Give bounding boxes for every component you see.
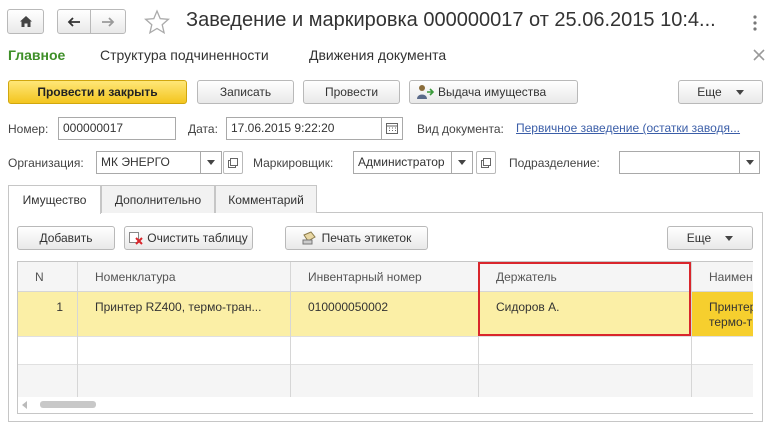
organization-dropdown[interactable]	[201, 151, 222, 174]
chevron-down-icon	[458, 160, 466, 165]
favorite-star-icon[interactable]	[144, 9, 170, 35]
add-button[interactable]: Добавить	[17, 226, 115, 250]
number-label: Номер:	[8, 122, 49, 136]
tab-comment[interactable]: Комментарий	[215, 185, 317, 213]
cell-n[interactable]: 1	[18, 292, 77, 336]
table-empty-row	[18, 365, 753, 397]
issue-property-button[interactable]: Выдача имущества	[409, 80, 578, 104]
cell-name-line2: термо-т	[709, 315, 753, 329]
marker-field[interactable]: Администратор	[353, 151, 452, 174]
chevron-down-icon	[745, 160, 754, 165]
chevron-down-icon	[207, 160, 215, 165]
column-divider	[691, 262, 692, 397]
row-divider	[18, 336, 753, 337]
cell-inventory[interactable]: 010000050002	[298, 292, 476, 336]
print-labels-label: Печать этикеток	[321, 231, 412, 245]
column-divider	[77, 262, 78, 397]
doc-type-link[interactable]: Первичное заведение (остатки заводя...	[516, 121, 761, 135]
doc-type-link-text[interactable]: Первичное заведение (остатки заводя...	[516, 121, 740, 135]
more-button[interactable]: Еще	[678, 80, 763, 104]
organization-open-button[interactable]	[223, 151, 243, 174]
column-header-inventory[interactable]: Инвентарный номер	[298, 262, 478, 292]
cell-nomenclature[interactable]: Принтер RZ400, термо-тран...	[85, 292, 285, 336]
cell-name[interactable]: Принтер термо-т	[699, 292, 753, 336]
organization-field[interactable]: МК ЭНЕРГО	[96, 151, 201, 174]
home-icon	[19, 16, 32, 27]
division-field[interactable]	[619, 151, 740, 174]
cell-name-line1: Принтер	[709, 300, 753, 314]
chevron-down-icon	[735, 89, 744, 95]
column-header-n[interactable]: N	[18, 262, 77, 292]
open-window-icon	[228, 157, 238, 168]
back-button[interactable]	[57, 9, 91, 34]
column-divider	[290, 262, 291, 397]
open-window-icon	[481, 157, 491, 168]
arrow-right-icon	[102, 16, 115, 27]
chevron-down-icon	[725, 235, 734, 241]
section-structure[interactable]: Структура подчиненности	[100, 47, 269, 63]
column-header-nomenclature[interactable]: Номенклатура	[85, 262, 290, 292]
more-label: Еще	[697, 85, 722, 99]
more-vertical-icon[interactable]	[752, 13, 758, 33]
post-button[interactable]: Провести	[303, 80, 400, 104]
column-header-name[interactable]: Наимен	[699, 262, 753, 292]
print-labels-button[interactable]: Печать этикеток	[285, 226, 428, 250]
tab-property[interactable]: Имущество	[8, 185, 101, 214]
clear-table-icon	[129, 231, 143, 245]
section-movements[interactable]: Движения документа	[309, 47, 446, 63]
clear-table-label: Очистить таблицу	[147, 231, 248, 245]
tab-additional[interactable]: Дополнительно	[101, 185, 215, 213]
scrollbar-thumb[interactable]	[40, 401, 96, 408]
calendar-icon	[386, 123, 398, 134]
marker-label: Маркировщик:	[253, 156, 334, 170]
table-more-label: Еще	[686, 231, 712, 245]
issue-property-label: Выдача имущества	[438, 85, 547, 99]
calendar-button[interactable]	[382, 117, 403, 140]
marker-open-button[interactable]	[476, 151, 496, 174]
clear-table-button[interactable]: Очистить таблицу	[124, 226, 253, 250]
number-field[interactable]: 000000017	[58, 117, 176, 140]
print-labels-icon	[302, 231, 316, 245]
division-label: Подразделение:	[509, 156, 600, 170]
holder-highlight-frame	[478, 262, 691, 336]
division-dropdown[interactable]	[740, 151, 760, 174]
close-icon[interactable]	[752, 48, 766, 62]
home-button[interactable]	[7, 9, 44, 34]
save-button[interactable]: Записать	[197, 80, 294, 104]
organization-label: Организация:	[8, 156, 84, 170]
date-field[interactable]: 17.06.2015 9:22:20	[226, 117, 382, 140]
horizontal-scrollbar[interactable]	[18, 397, 753, 413]
doc-type-label: Вид документа:	[417, 122, 504, 136]
table-more-button[interactable]: Еще	[667, 226, 753, 250]
forward-button[interactable]	[90, 9, 126, 34]
date-label: Дата:	[188, 122, 218, 136]
scroll-left-arrow-icon[interactable]	[22, 401, 27, 409]
section-main[interactable]: Главное	[8, 47, 65, 63]
person-arrow-icon	[417, 85, 434, 99]
window-title: Заведение и маркировка 000000017 от 25.0…	[186, 9, 716, 31]
post-and-close-button[interactable]: Провести и закрыть	[8, 80, 187, 104]
arrow-left-icon	[67, 16, 80, 27]
marker-dropdown[interactable]	[452, 151, 473, 174]
